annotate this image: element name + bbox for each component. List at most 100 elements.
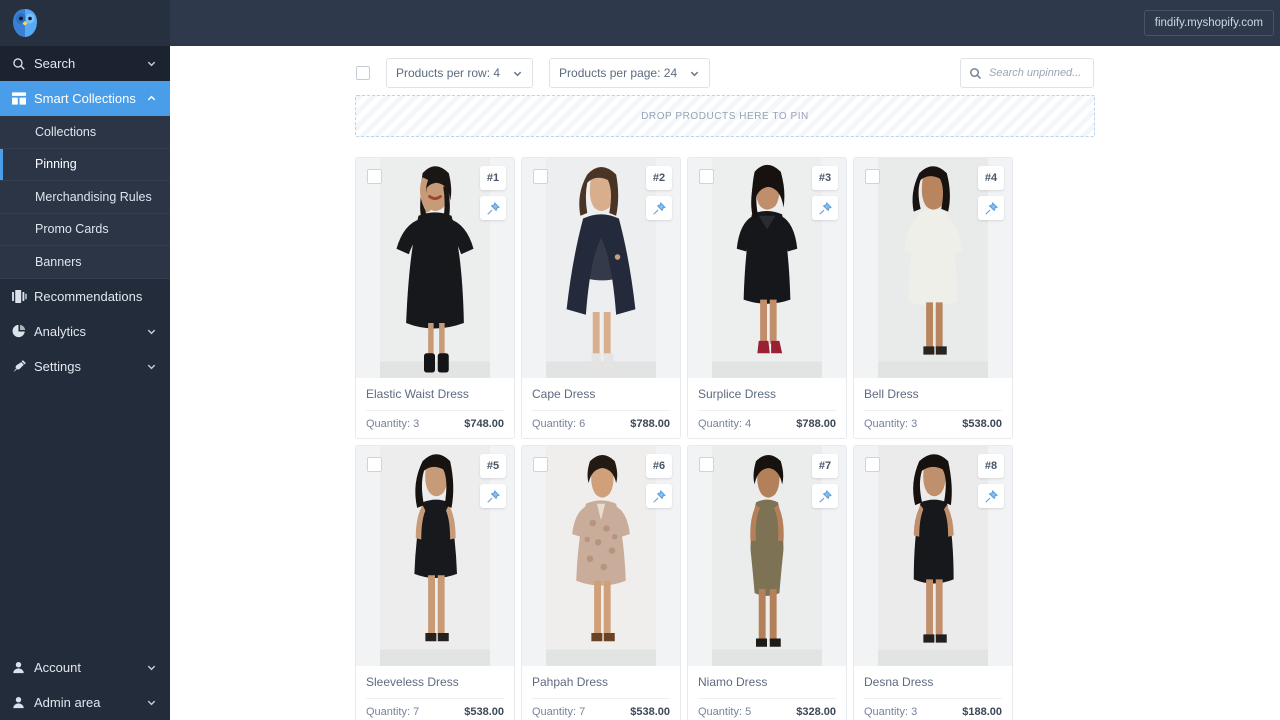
sidebar-item-analytics[interactable]: Analytics	[0, 314, 170, 349]
product-photo	[688, 446, 846, 666]
chevron-down-icon	[146, 361, 158, 372]
sidebar-item-recommendations[interactable]: Recommendations	[0, 279, 170, 314]
sidebar-sublabel-merchandising-rules: Merchandising Rules	[35, 190, 152, 204]
search-unpinned-input[interactable]	[989, 67, 1085, 79]
product-price: $748.00	[464, 418, 504, 430]
toolbar: Products per row: 4 Products per page: 2…	[355, 51, 1095, 95]
product-card[interactable]: #6 Pahpah Dress Quantity: 7 $538.00	[521, 445, 681, 720]
sidebar-label-account: Account	[32, 660, 146, 675]
sidebar-subitem-merchandising-rules[interactable]: Merchandising Rules	[0, 181, 170, 214]
product-price: $328.00	[796, 706, 836, 718]
sidebar-label-recommendations: Recommendations	[32, 289, 146, 304]
product-body: Surplice Dress Quantity: 4 $788.00	[688, 378, 846, 438]
recommendations-icon	[12, 290, 32, 303]
product-price: $538.00	[630, 706, 670, 718]
product-quantity: Quantity: 7	[532, 706, 585, 718]
product-rank-badge: #3	[812, 166, 838, 190]
pin-button[interactable]	[480, 196, 506, 220]
product-select-checkbox[interactable]	[865, 169, 880, 184]
product-image[interactable]: #7	[688, 446, 846, 666]
search-unpinned-box[interactable]	[960, 58, 1094, 88]
sidebar-subitem-promo-cards[interactable]: Promo Cards	[0, 214, 170, 247]
product-rank-badge: #2	[646, 166, 672, 190]
product-image[interactable]: #2	[522, 158, 680, 378]
product-image[interactable]: #5	[356, 446, 514, 666]
product-image[interactable]: #3	[688, 158, 846, 378]
pin-button[interactable]	[646, 484, 672, 508]
product-meta: Quantity: 5 $328.00	[698, 698, 836, 720]
pin-button[interactable]	[978, 196, 1004, 220]
product-body: Elastic Waist Dress Quantity: 3 $748.00	[356, 378, 514, 438]
product-card[interactable]: #7 Niamo Dress Quantity: 5 $328.00	[687, 445, 847, 720]
sidebar-item-smart-collections[interactable]: Smart Collections	[0, 81, 170, 116]
sidebar-sublabel-banners: Banners	[35, 255, 82, 269]
product-image[interactable]: #1	[356, 158, 514, 378]
product-select-checkbox[interactable]	[699, 457, 714, 472]
product-photo	[522, 446, 680, 666]
product-meta: Quantity: 7 $538.00	[532, 698, 670, 720]
sidebar-item-search[interactable]: Search	[0, 46, 170, 81]
person-icon	[12, 696, 32, 709]
sidebar-subitem-pinning[interactable]: Pinning	[0, 149, 170, 182]
sidebar-item-admin-area[interactable]: Admin area	[0, 685, 170, 720]
store-domain-chip[interactable]: findify.myshopify.com	[1144, 10, 1274, 36]
product-select-checkbox[interactable]	[367, 169, 382, 184]
person-icon	[12, 661, 32, 674]
product-meta: Quantity: 3 $748.00	[366, 410, 504, 438]
product-image[interactable]: #6	[522, 446, 680, 666]
pin-button[interactable]	[978, 484, 1004, 508]
product-price: $788.00	[630, 418, 670, 430]
sidebar-item-account[interactable]: Account	[0, 650, 170, 685]
sidebar-item-settings[interactable]: Settings	[0, 349, 170, 384]
product-title: Desna Dress	[864, 675, 1002, 698]
product-select-checkbox[interactable]	[865, 457, 880, 472]
product-rank-badge: #5	[480, 454, 506, 478]
pin-button[interactable]	[646, 196, 672, 220]
product-body: Cape Dress Quantity: 6 $788.00	[522, 378, 680, 438]
chevron-down-icon	[146, 326, 158, 337]
product-select-checkbox[interactable]	[367, 457, 382, 472]
search-icon	[969, 67, 982, 80]
search-icon	[12, 57, 32, 71]
products-per-row-select[interactable]: Products per row: 4	[386, 58, 533, 88]
logo-block[interactable]	[0, 0, 170, 46]
pin-dropzone[interactable]: DROP PRODUCTS HERE TO PIN	[355, 95, 1095, 137]
product-card[interactable]: #5 Sleeveless Dress Quantity: 7 $538.00	[355, 445, 515, 720]
product-grid: #1 Elastic Waist Dress Quantity: 3 $748.…	[355, 157, 1095, 720]
product-rank-badge: #4	[978, 166, 1004, 190]
product-title: Pahpah Dress	[532, 675, 670, 698]
product-image[interactable]: #8	[854, 446, 1012, 666]
select-all-checkbox[interactable]	[356, 66, 370, 80]
product-title: Sleeveless Dress	[366, 675, 504, 698]
product-rank-badge: #8	[978, 454, 1004, 478]
product-photo	[854, 446, 1012, 666]
product-card[interactable]: #8 Desna Dress Quantity: 3 $188.00	[853, 445, 1013, 720]
products-per-page-select[interactable]: Products per page: 24	[549, 58, 710, 88]
product-select-checkbox[interactable]	[699, 169, 714, 184]
pin-button[interactable]	[812, 196, 838, 220]
findify-owl-logo-icon	[8, 6, 42, 40]
product-card[interactable]: #3 Surplice Dress Quantity: 4 $788.00	[687, 157, 847, 439]
product-card[interactable]: #2 Cape Dress Quantity: 6 $788.00	[521, 157, 681, 439]
products-per-row-label: Products per row: 4	[396, 66, 500, 80]
chevron-down-icon	[689, 68, 700, 79]
product-rank-badge: #1	[480, 166, 506, 190]
product-rank-badge: #6	[646, 454, 672, 478]
product-card[interactable]: #4 Bell Dress Quantity: 3 $538.00	[853, 157, 1013, 439]
chevron-down-icon	[512, 68, 523, 79]
product-image[interactable]: #4	[854, 158, 1012, 378]
pin-button[interactable]	[812, 484, 838, 508]
product-price: $788.00	[796, 418, 836, 430]
product-select-checkbox[interactable]	[533, 457, 548, 472]
product-meta: Quantity: 6 $788.00	[532, 410, 670, 438]
product-price: $188.00	[962, 706, 1002, 718]
product-body: Niamo Dress Quantity: 5 $328.00	[688, 666, 846, 720]
sidebar-subitem-banners[interactable]: Banners	[0, 246, 170, 279]
pin-button[interactable]	[480, 484, 506, 508]
sidebar-subitem-collections[interactable]: Collections	[0, 116, 170, 149]
product-card[interactable]: #1 Elastic Waist Dress Quantity: 3 $748.…	[355, 157, 515, 439]
sidebar-sublabel-pinning: Pinning	[35, 157, 77, 171]
product-select-checkbox[interactable]	[533, 169, 548, 184]
sidebar-bottom-group: Account Admin area	[0, 650, 170, 720]
product-quantity: Quantity: 7	[366, 706, 419, 718]
